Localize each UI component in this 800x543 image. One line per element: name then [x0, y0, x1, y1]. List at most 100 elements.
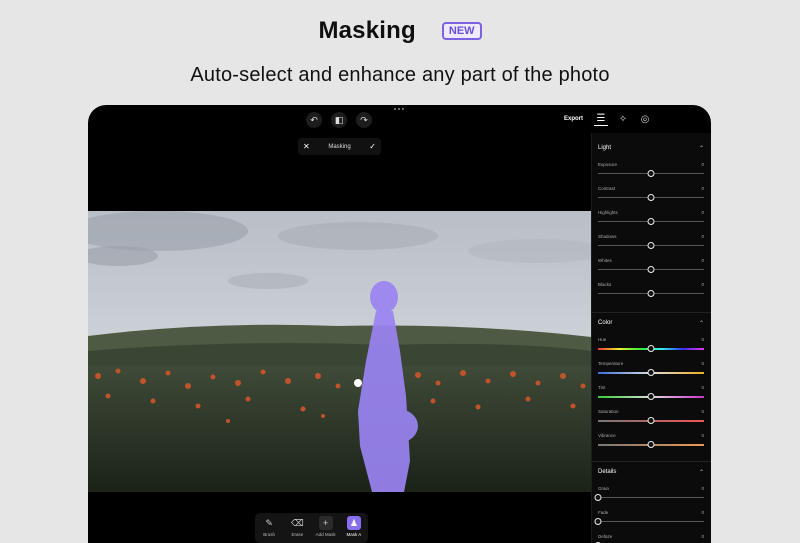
slider-knob[interactable] — [647, 218, 655, 225]
slider-knob[interactable] — [594, 518, 602, 525]
slider-label: Shadows — [598, 234, 617, 239]
slider-value: 0 — [701, 162, 704, 167]
erase-label: Erase — [291, 532, 304, 537]
slider-knob[interactable] — [647, 266, 655, 273]
slider-contrast[interactable]: Contrast 0 — [598, 186, 706, 206]
slider-label: Whites — [598, 258, 612, 263]
slider-highlights[interactable]: Highlights 0 — [598, 210, 706, 230]
chevron-up-icon: ⌃ — [698, 146, 704, 152]
slider-knob[interactable] — [647, 393, 655, 400]
mask-a-label: Mask A — [346, 532, 362, 537]
slider-label: Defaze — [598, 534, 613, 539]
tablet-app-window: ↶ ◧ ↷ Export ☰ ✧ ◎ ✕ Masking ✓ ✎ Brush ⌫… — [88, 105, 711, 543]
slider-label: Fade — [598, 510, 609, 515]
slider-knob[interactable] — [647, 170, 655, 177]
eraser-icon: ⌫ — [291, 517, 304, 528]
slider-knob[interactable] — [647, 441, 655, 448]
adjustments-panel: Light ⌃ Exposure 0 Contrast 0 Highlights 0 Shado… — [591, 133, 711, 543]
slider-temperature[interactable]: Temperature 0 — [598, 361, 706, 381]
redo-icon[interactable]: ↷ — [356, 112, 372, 128]
slider-knob[interactable] — [647, 290, 655, 297]
section-divider — [592, 312, 711, 313]
page-title: Masking — [318, 17, 416, 44]
slider-hue[interactable]: Hue 0 — [598, 337, 706, 357]
slider-grain[interactable]: Grain 0 — [594, 486, 706, 506]
subtitle: Auto-select and enhance any part of the … — [190, 64, 610, 86]
slider-shadows[interactable]: Shadows 0 — [598, 234, 706, 254]
slider-exposure[interactable]: Exposure 0 — [598, 162, 706, 182]
slider-value: 0 — [701, 433, 704, 438]
section-header-details[interactable]: Details ⌃ — [598, 469, 704, 476]
slider-label: Hue — [598, 337, 607, 342]
slider-blacks[interactable]: Blacks 0 — [598, 282, 706, 302]
slider-value: 0 — [701, 534, 704, 539]
slider-knob[interactable] — [647, 194, 655, 201]
add-mask-label: Add Mask — [315, 532, 336, 537]
undo-icon[interactable]: ↶ — [306, 112, 322, 128]
new-badge: NEW — [441, 22, 482, 40]
slider-label: Temperature — [598, 361, 624, 366]
slider-saturation[interactable]: Saturation 0 — [598, 409, 706, 429]
erase-tool[interactable]: ⌫ Erase — [284, 516, 310, 538]
section-title-color: Color — [598, 320, 613, 326]
slider-label: Vibrance — [598, 433, 616, 438]
slider-tint[interactable]: Tint 0 — [598, 385, 706, 405]
slider-value: 0 — [701, 510, 704, 515]
slider-value: 0 — [701, 409, 704, 414]
slider-value: 0 — [701, 282, 704, 287]
section-header-color[interactable]: Color ⌃ — [598, 320, 704, 327]
confirm-mask-button[interactable]: ✓ — [369, 142, 376, 151]
section-header-light[interactable]: Light ⌃ — [598, 145, 704, 152]
section-title-light: Light — [598, 145, 612, 151]
slider-knob[interactable] — [647, 369, 655, 376]
slider-label: Highlights — [598, 210, 618, 215]
slider-knob[interactable] — [647, 242, 655, 249]
panel-tabs: ☰ ✧ ◎ — [594, 112, 652, 126]
slider-value: 0 — [701, 210, 704, 215]
masking-bar: ✕ Masking ✓ — [298, 138, 381, 155]
slider-value: 0 — [701, 186, 704, 191]
slider-vibrance[interactable]: Vibrance 0 — [598, 433, 706, 453]
slider-track[interactable] — [598, 521, 704, 522]
slider-label: Blacks — [598, 282, 612, 287]
add-mask-button[interactable]: + Add Mask — [313, 516, 339, 537]
photo-canvas[interactable] — [88, 211, 591, 492]
photo-image — [88, 211, 591, 492]
slider-label: Grain — [598, 486, 610, 491]
window-grabber[interactable] — [394, 108, 404, 110]
slider-fade[interactable]: Fade 0 — [594, 510, 706, 530]
slider-knob[interactable] — [647, 345, 655, 352]
slider-value: 0 — [701, 385, 704, 390]
history-tools: ↶ ◧ ↷ — [306, 112, 372, 128]
mask-tool-dock: ✎ Brush ⌫ Erase + Add Mask ♟ Mask A — [255, 513, 368, 543]
slider-label: Saturation — [598, 409, 619, 414]
brush-tool[interactable]: ✎ Brush — [256, 516, 282, 538]
slider-whites[interactable]: Whites 0 — [598, 258, 706, 278]
slider-label: Contrast — [598, 186, 616, 191]
compare-icon[interactable]: ◧ — [331, 112, 347, 128]
slider-value: 0 — [701, 486, 704, 491]
mask-a-button[interactable]: ♟ Mask A — [341, 516, 367, 537]
slider-value: 0 — [701, 258, 704, 263]
slider-value: 0 — [701, 337, 704, 342]
slider-knob[interactable] — [647, 417, 655, 424]
chevron-up-icon: ⌃ — [698, 470, 704, 476]
headline: Masking NEW — [0, 14, 800, 48]
cancel-mask-button[interactable]: ✕ — [303, 142, 310, 151]
slider-track[interactable] — [598, 497, 704, 498]
slider-label: Tint — [598, 385, 606, 390]
brush-label: Brush — [263, 532, 275, 537]
magic-wand-icon[interactable]: ✧ — [616, 112, 630, 126]
masking-label: Masking — [328, 143, 351, 150]
slider-value: 0 — [701, 361, 704, 366]
slider-value: 0 — [701, 234, 704, 239]
slider-knob[interactable] — [594, 494, 602, 501]
adjust-sliders-icon[interactable]: ☰ — [594, 112, 608, 126]
plus-icon: + — [318, 516, 333, 530]
brush-icon: ✎ — [265, 517, 273, 528]
layers-icon[interactable]: ◎ — [638, 112, 652, 126]
slider-defaze[interactable]: Defaze 0 — [594, 534, 706, 543]
export-button[interactable]: Export — [564, 116, 583, 122]
chevron-up-icon: ⌃ — [698, 321, 704, 327]
section-title-details: Details — [598, 469, 617, 475]
